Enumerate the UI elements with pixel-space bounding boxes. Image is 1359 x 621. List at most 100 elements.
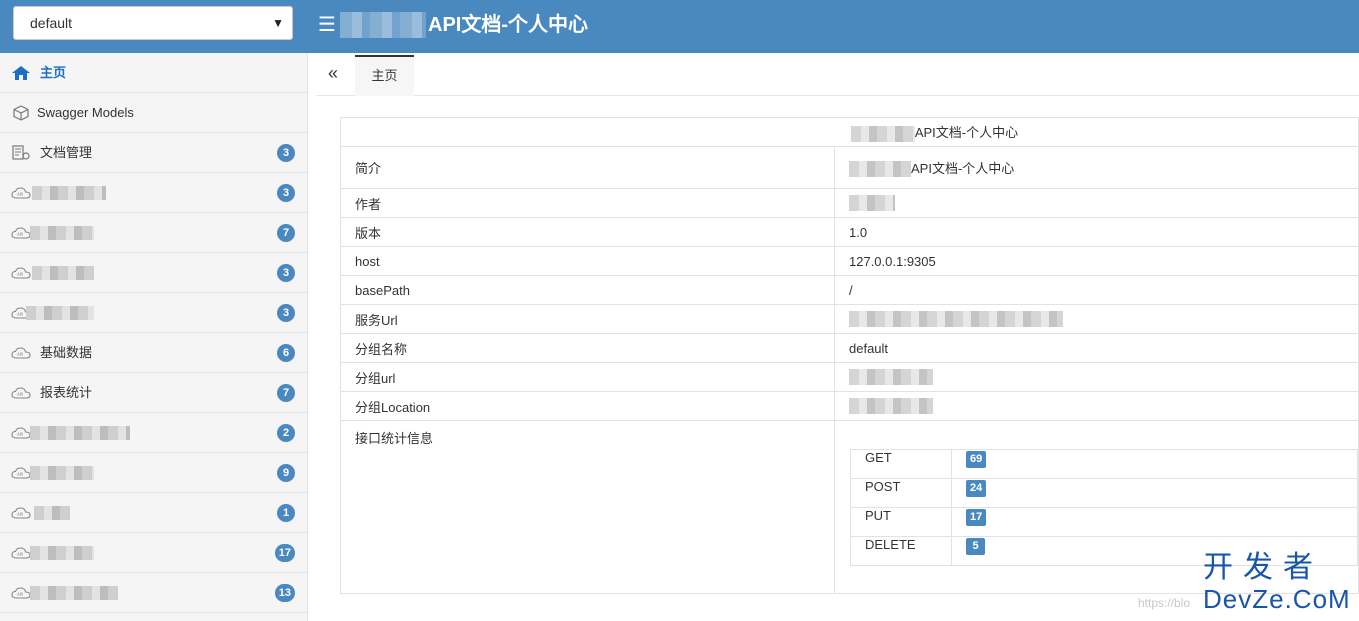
redacted-text xyxy=(850,125,915,142)
http-method: POST xyxy=(850,478,952,508)
sidebar-item-api-group[interactable]: API 9 xyxy=(0,453,307,493)
sidebar: 主页 Swagger Models 文档管理 3 API 3 API 7 API… xyxy=(0,53,308,621)
redacted-label xyxy=(32,266,94,280)
count-badge: 3 xyxy=(277,264,295,282)
menu-icon[interactable]: ☰ xyxy=(318,13,336,37)
tab-home[interactable]: 主页 xyxy=(355,55,414,96)
info-key: 作者 xyxy=(340,188,835,218)
table-row: basePath / xyxy=(340,275,1359,305)
api-cloud-icon: API xyxy=(11,187,31,199)
info-key: 分组Location xyxy=(340,391,835,421)
home-icon xyxy=(12,66,30,80)
svg-text:API: API xyxy=(17,512,23,517)
svg-text:API: API xyxy=(17,552,23,557)
count-badge: 24 xyxy=(966,480,987,497)
sidebar-item-label: Swagger Models xyxy=(37,105,134,120)
count-badge: 3 xyxy=(277,304,295,322)
api-cloud-icon: API xyxy=(11,427,31,439)
info-key: 分组名称 xyxy=(340,333,835,363)
table-row: GET 69 xyxy=(850,449,1358,479)
count-badge: 1 xyxy=(277,504,295,522)
api-cloud-icon: API xyxy=(11,347,31,359)
watermark-logo-cn: 开发者 xyxy=(1203,551,1323,584)
http-method: PUT xyxy=(850,507,952,537)
sidebar-item-home[interactable]: 主页 xyxy=(0,53,307,93)
count-badge: 17 xyxy=(274,544,295,562)
redacted-text xyxy=(849,195,895,212)
redacted-label xyxy=(30,226,94,240)
method-stats-table: GET 69 POST 24 PUT 17 DELETE 5 xyxy=(850,449,1358,566)
sidebar-item-swagger-models[interactable]: Swagger Models xyxy=(0,93,307,133)
sidebar-item-api-group[interactable]: API 17 xyxy=(0,533,307,573)
info-key: 分组url xyxy=(340,362,835,392)
info-value: 1.0 xyxy=(834,217,1359,247)
svg-text:API: API xyxy=(17,392,23,397)
info-value: API文档-个人中心 xyxy=(911,160,1015,176)
api-cloud-icon: API xyxy=(11,227,31,239)
sidebar-item-report-stats[interactable]: API 报表统计 7 xyxy=(0,373,307,413)
redacted-text xyxy=(849,398,933,415)
count-badge: 5 xyxy=(966,538,985,555)
api-cloud-icon: API xyxy=(11,547,31,559)
api-cloud-icon: API xyxy=(11,507,31,519)
table-row: host 127.0.0.1:9305 xyxy=(340,246,1359,276)
sidebar-item-doc-management[interactable]: 文档管理 3 xyxy=(0,133,307,173)
count-badge: 7 xyxy=(277,384,295,402)
sidebar-item-api-group[interactable]: API 7 xyxy=(0,213,307,253)
redacted-label xyxy=(32,186,106,200)
svg-text:API: API xyxy=(17,472,23,477)
sidebar-item-basic-data[interactable]: API 基础数据 6 xyxy=(0,333,307,373)
svg-text:API: API xyxy=(17,192,23,197)
svg-text:API: API xyxy=(17,352,23,357)
info-value: / xyxy=(834,275,1359,305)
watermark-url: https://blo xyxy=(1138,596,1191,610)
count-badge: 69 xyxy=(966,451,987,468)
group-select[interactable]: default ▼ xyxy=(13,6,293,40)
table-row: 服务Url xyxy=(340,304,1359,334)
info-key: basePath xyxy=(340,275,835,305)
table-row: 作者 xyxy=(340,188,1359,218)
count-badge: 3 xyxy=(277,144,295,162)
info-key: 服务Url xyxy=(340,304,835,334)
count-badge: 6 xyxy=(277,344,295,362)
sidebar-item-label: 文档管理 xyxy=(40,145,93,160)
sidebar-item-api-group[interactable]: API 3 xyxy=(0,253,307,293)
count-badge: 2 xyxy=(277,424,295,442)
api-cloud-icon: API xyxy=(11,467,31,479)
sidebar-item-api-group[interactable]: API 1 xyxy=(0,493,307,533)
sidebar-item-label: 主页 xyxy=(40,65,67,80)
method-count-cell: 17 xyxy=(951,507,1358,537)
info-value-cell xyxy=(834,188,1359,218)
info-key: host xyxy=(340,246,835,276)
api-cloud-icon: API xyxy=(11,587,31,599)
api-cloud-icon: API xyxy=(11,387,31,399)
table-row: 版本 1.0 xyxy=(340,217,1359,247)
redacted-text xyxy=(849,311,1063,328)
sidebar-item-api-group[interactable]: API 2 xyxy=(0,413,307,453)
count-badge: 7 xyxy=(277,224,295,242)
sidebar-item-api-group[interactable]: API 3 xyxy=(0,293,307,333)
tab-bar: « 主页 xyxy=(316,53,1359,96)
redacted-label xyxy=(30,426,130,440)
sidebar-item-api-group[interactable]: API 3 xyxy=(0,173,307,213)
watermark-logo-en: DevZe.CoM xyxy=(1203,584,1351,614)
count-badge: 13 xyxy=(274,584,295,602)
redacted-label xyxy=(30,546,94,560)
svg-text:API: API xyxy=(17,592,23,597)
info-value-cell xyxy=(834,304,1359,334)
title-redacted xyxy=(340,12,426,38)
svg-text:API: API xyxy=(17,312,23,317)
http-method: GET xyxy=(850,449,952,479)
count-badge: 17 xyxy=(966,509,987,526)
count-badge: 3 xyxy=(277,184,295,202)
svg-text:API: API xyxy=(17,432,23,437)
page-title: API文档-个人中心 xyxy=(428,14,588,36)
table-title-row: API文档-个人中心 xyxy=(340,117,1359,147)
svg-text:API: API xyxy=(17,272,23,277)
sidebar-item-api-group[interactable]: API 13 xyxy=(0,573,307,613)
api-info-table: API文档-个人中心 简介 API文档-个人中心 作者 版本 1.0 host … xyxy=(340,117,1359,594)
table-row: 分组名称 default xyxy=(340,333,1359,363)
table-row: 分组url xyxy=(340,362,1359,392)
double-chevron-left-icon[interactable]: « xyxy=(328,62,338,84)
sidebar-item-label: 基础数据 xyxy=(40,345,93,360)
